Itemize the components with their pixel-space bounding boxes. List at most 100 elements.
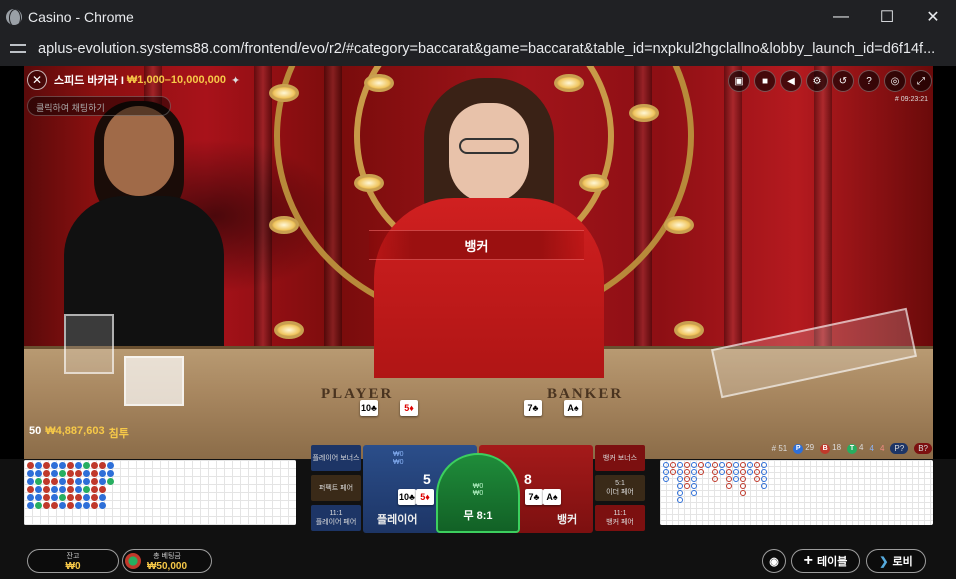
settings-icon[interactable]: ⚙ xyxy=(806,70,828,92)
help-icon[interactable]: ? xyxy=(858,70,880,92)
road-ring xyxy=(677,469,683,475)
bead xyxy=(91,462,98,469)
stack-button[interactable]: ◉ xyxy=(762,549,786,573)
players-total: 50 ₩4,887,603 침투 xyxy=(29,425,129,441)
favorite-icon[interactable]: ✦ xyxy=(231,74,240,87)
bead xyxy=(51,502,58,509)
player-wins: 29 xyxy=(805,443,815,452)
road-ring xyxy=(684,462,690,468)
bead xyxy=(107,462,114,469)
player-table-card-2: 5♦ xyxy=(400,400,418,416)
table-button[interactable]: + 테이블 xyxy=(791,549,860,573)
bead xyxy=(75,462,82,469)
bead xyxy=(43,462,50,469)
fullscreen-icon[interactable]: ⤢ xyxy=(910,70,932,92)
player-stake-w: ₩0 xyxy=(393,451,404,458)
game-switch-icon[interactable]: ◎ xyxy=(884,70,906,92)
perfect-pair-spot[interactable]: 퍼펙트 페어 xyxy=(311,475,361,501)
maximize-button[interactable]: ☐ xyxy=(864,0,910,34)
live-video: 뱅커 PLAYER BANKER 10♣ 5♦ 7♣ A♠ xyxy=(24,66,933,459)
road-ring xyxy=(677,483,683,489)
banker-table-label: BANKER xyxy=(547,386,624,402)
road-ring xyxy=(733,462,739,468)
road-ring xyxy=(684,469,690,475)
bead xyxy=(107,478,114,485)
road-ring xyxy=(712,462,718,468)
bead xyxy=(91,478,98,485)
bead xyxy=(43,502,50,509)
table-button-label: 테이블 xyxy=(816,556,848,568)
lobby-button[interactable]: ❯ 로비 xyxy=(866,549,926,573)
road-ring xyxy=(663,469,669,475)
balance-value: ₩0 xyxy=(65,560,81,572)
bead-road[interactable] xyxy=(24,460,296,525)
bead xyxy=(99,470,106,477)
bead xyxy=(99,486,106,493)
bead xyxy=(99,494,106,501)
site-info-icon[interactable] xyxy=(10,42,26,56)
total-bet-value: ₩50,000 xyxy=(146,560,188,572)
bead xyxy=(51,478,58,485)
road-ring xyxy=(677,490,683,496)
bead xyxy=(75,494,82,501)
video-icon[interactable]: ■ xyxy=(754,70,776,92)
mute-icon[interactable]: ◀ xyxy=(780,70,802,92)
player-ask-button[interactable]: P? xyxy=(890,443,909,454)
road-ring xyxy=(761,469,767,475)
round-number: # 51 xyxy=(771,444,788,453)
road-ring xyxy=(754,469,760,475)
banker-ask-button[interactable]: B? xyxy=(914,443,932,454)
bead xyxy=(35,478,42,485)
bead xyxy=(35,502,42,509)
bead xyxy=(27,486,34,493)
big-road[interactable] xyxy=(660,460,933,525)
bead xyxy=(51,486,58,493)
bead xyxy=(107,470,114,477)
road-ring xyxy=(677,497,683,503)
close-window-button[interactable]: ✕ xyxy=(910,0,956,34)
banker-pair-spot[interactable]: 11:1 뱅커 페어 xyxy=(595,505,645,531)
bead xyxy=(27,478,34,485)
dealer-assistant xyxy=(44,101,244,346)
road-ring xyxy=(726,483,732,489)
bead xyxy=(43,478,50,485)
address-bar: aplus-evolution.systems88.com/frontend/e… xyxy=(0,34,956,64)
road-ring xyxy=(691,490,697,496)
road-ring xyxy=(698,462,704,468)
minimize-button[interactable]: — xyxy=(818,0,864,34)
road-ring xyxy=(670,469,676,475)
player-bonus-spot[interactable]: 플레이어 보너스 xyxy=(311,445,361,471)
player-pair-spot[interactable]: 11:1 플레이어 페어 xyxy=(311,505,361,531)
bead xyxy=(51,494,58,501)
bet-spots: 플레이어 보너스 퍼펙트 페어 11:1 플레이어 페어 10♣ 5♦ 5 플레이… xyxy=(311,445,648,533)
url-text[interactable]: aplus-evolution.systems88.com/frontend/e… xyxy=(38,41,938,57)
tie-bet-spot[interactable]: ₩0 ₩0 무 8:1 xyxy=(436,453,520,533)
bead xyxy=(51,470,58,477)
bead xyxy=(75,486,82,493)
chat-icon[interactable]: ▣ xyxy=(728,70,750,92)
bead xyxy=(67,478,74,485)
road-ring xyxy=(761,476,767,482)
banker-bonus-spot[interactable]: 뱅커 보너스 xyxy=(595,445,645,471)
bead xyxy=(59,478,66,485)
card-shoe xyxy=(64,314,114,374)
road-ring xyxy=(747,462,753,468)
chat-input[interactable]: 클릭하여 채팅하기 xyxy=(27,96,171,116)
player-score: 5 xyxy=(423,471,431,487)
road-ring xyxy=(761,462,767,468)
chips-icon xyxy=(125,553,141,569)
history-icon[interactable]: ↺ xyxy=(832,70,854,92)
bead xyxy=(99,462,106,469)
road-ring xyxy=(691,476,697,482)
close-game-button[interactable]: ✕ xyxy=(27,70,47,90)
road-ring xyxy=(754,462,760,468)
bead xyxy=(83,494,90,501)
road-ring xyxy=(712,469,718,475)
road-ring xyxy=(691,462,697,468)
road-ring xyxy=(740,469,746,475)
bead xyxy=(59,470,66,477)
banker-score: 8 xyxy=(524,471,532,487)
road-ring xyxy=(740,462,746,468)
game-id: # 09:23:21 xyxy=(894,96,928,103)
either-pair-spot[interactable]: 5:1 이더 페어 xyxy=(595,475,645,501)
